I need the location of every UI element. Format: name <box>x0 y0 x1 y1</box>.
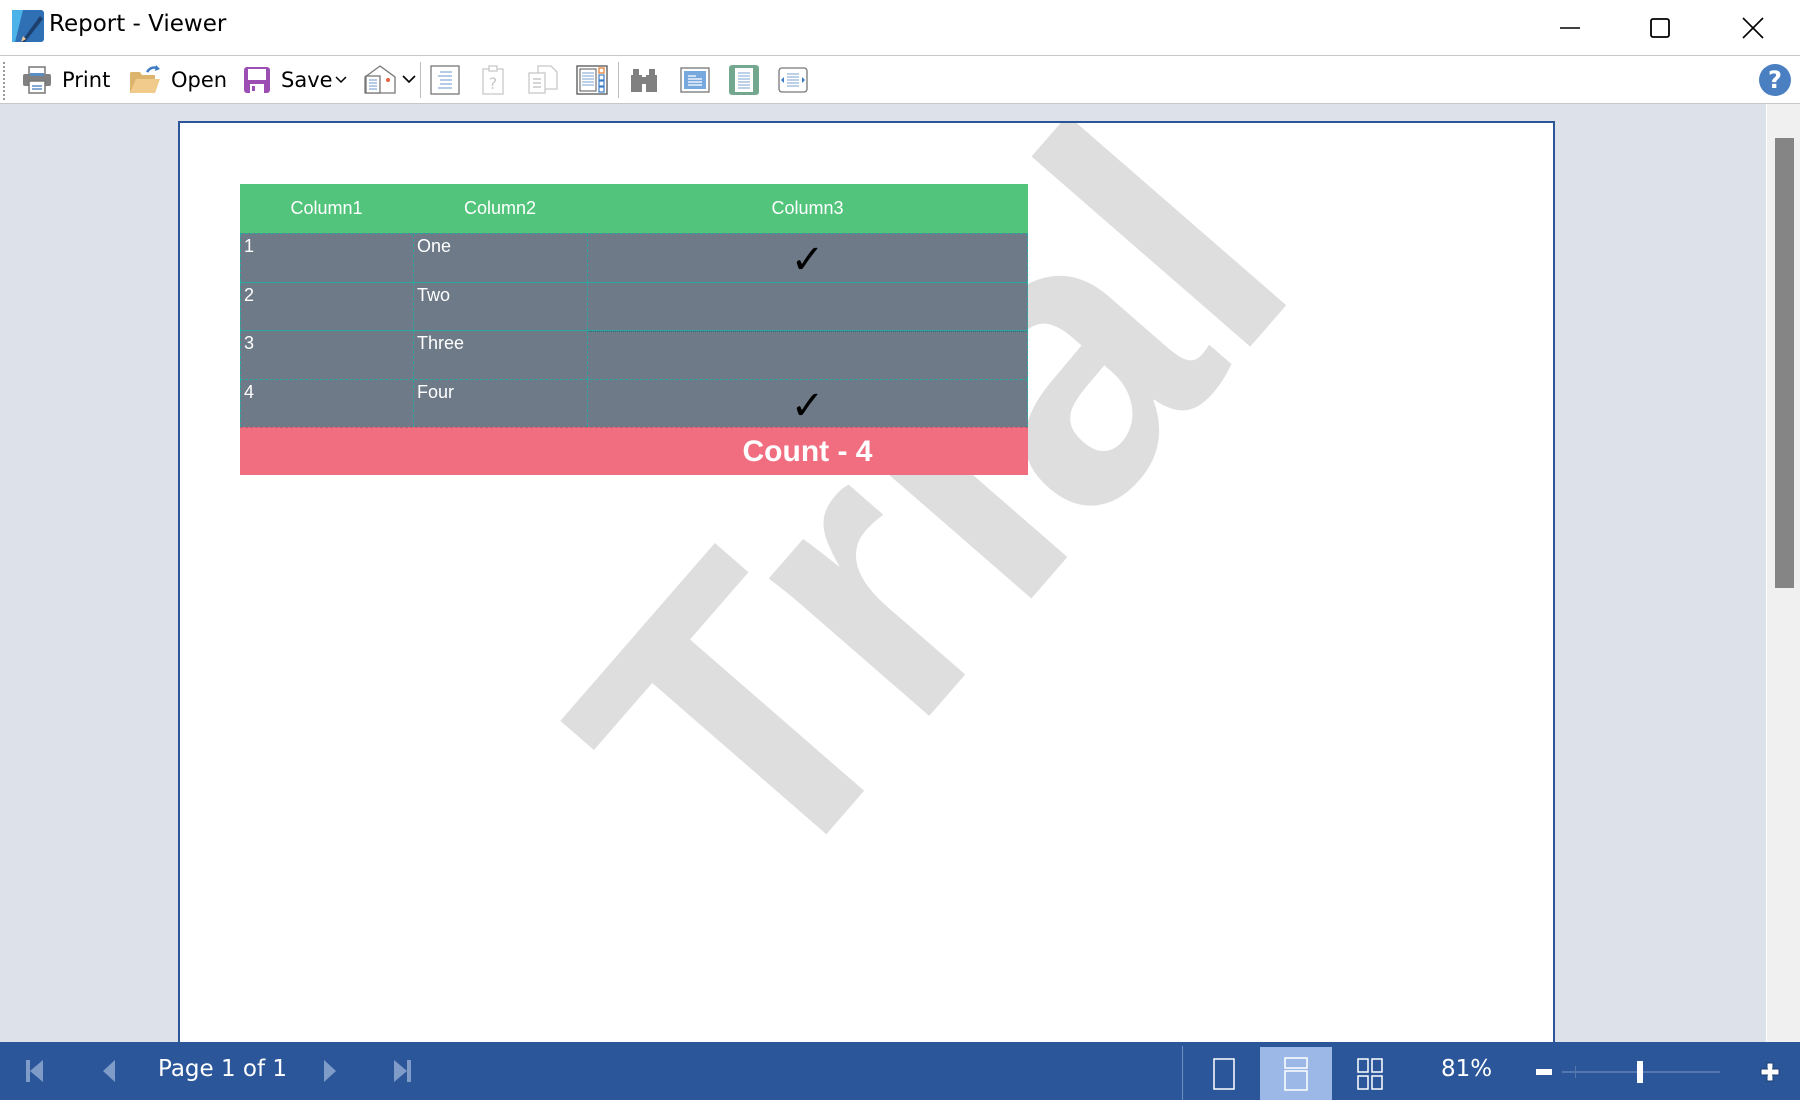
status-bar: Page 1 of 1 81% <box>0 1042 1800 1100</box>
page-width-icon <box>778 66 808 93</box>
zoom-out-button[interactable] <box>1536 1069 1552 1075</box>
zoom-slider-thumb[interactable] <box>1637 1061 1643 1083</box>
count-summary: Count - 4 <box>742 435 873 468</box>
table-of-contents-icon <box>430 64 460 95</box>
save-disk-icon <box>244 66 270 93</box>
table-row: 2 Two <box>240 281 1028 330</box>
last-page-button[interactable] <box>387 1056 417 1086</box>
send-email-button[interactable] <box>364 56 416 103</box>
scrollbar-thumb[interactable] <box>1775 138 1794 588</box>
previous-page-icon <box>103 1060 115 1082</box>
app-logo-icon <box>12 10 44 42</box>
zoom-slider-tick <box>1575 1066 1576 1078</box>
open-button[interactable]: Open <box>129 56 227 103</box>
table-row: 3 Three <box>240 330 1028 379</box>
printer-icon <box>23 65 51 94</box>
multiple-pages-view-icon <box>1357 1057 1383 1090</box>
single-page-view-icon <box>1213 1057 1235 1090</box>
chevron-down-icon[interactable] <box>402 75 416 84</box>
continuous-view-icon <box>1284 1056 1308 1091</box>
close-icon <box>1742 16 1764 39</box>
table-row: 4 Four ✓ <box>240 378 1028 429</box>
checkmark-icon: ✓ <box>790 382 825 429</box>
first-page-button[interactable] <box>20 1056 50 1086</box>
print-button[interactable]: Print <box>22 56 110 103</box>
print-label: Print <box>62 67 111 92</box>
maximize-button[interactable] <box>1615 0 1705 55</box>
full-page-icon <box>729 64 759 95</box>
vertical-scrollbar[interactable] <box>1766 104 1800 1042</box>
single-page-icon <box>680 66 710 93</box>
page-width-button[interactable] <box>778 56 808 103</box>
report-table: Column1 Column2 Column3 1 One ✓ 2 Two 3 <box>240 184 1028 475</box>
full-page-button[interactable] <box>729 56 759 103</box>
help-icon: ? <box>1768 66 1782 94</box>
cell-column1: 2 <box>240 282 413 330</box>
toolbar-separator <box>420 62 421 98</box>
thumbnails-icon <box>576 64 608 95</box>
cell-column2: Three <box>413 331 587 379</box>
view-continuous-button[interactable] <box>1260 1047 1332 1100</box>
cell-column3 <box>587 331 1028 379</box>
table-footer: Count - 4 <box>240 427 1028 475</box>
toolbar-grip[interactable] <box>3 62 5 100</box>
zoom-percentage: 81% <box>1441 1056 1493 1082</box>
parameters-button[interactable]: ? <box>482 56 504 103</box>
zoom-in-button[interactable] <box>1760 1062 1780 1082</box>
toolbar: Print Open Save ? ? <box>0 55 1800 104</box>
open-label: Open <box>171 67 228 92</box>
statusbar-separator <box>1182 1046 1183 1100</box>
cell-column3: ✓ <box>587 234 1028 282</box>
report-page: Trial Column1 Column2 Column3 1 One ✓ 2 … <box>178 121 1555 1042</box>
cell-column1: 4 <box>240 379 413 427</box>
chevron-down-icon <box>335 75 347 83</box>
minimize-icon <box>1560 26 1580 29</box>
save-button[interactable]: Save <box>243 56 347 103</box>
table-of-contents-button[interactable] <box>430 56 460 103</box>
title-bar: Report - Viewer <box>0 0 1800 55</box>
cell-column3 <box>587 282 1028 330</box>
close-button[interactable] <box>1708 0 1798 55</box>
cell-column3: ✓ <box>587 379 1028 429</box>
svg-text:?: ? <box>489 74 498 93</box>
next-page-button[interactable] <box>315 1056 345 1086</box>
header-column1: Column1 <box>290 198 363 218</box>
report-viewer-area: Trial Column1 Column2 Column3 1 One ✓ 2 … <box>0 104 1766 1042</box>
maximize-icon <box>1650 17 1670 38</box>
cell-column2: Four <box>413 379 587 427</box>
help-button[interactable]: ? <box>1759 64 1791 96</box>
cell-column1: 1 <box>240 234 413 282</box>
table-row: 1 One ✓ <box>240 233 1028 282</box>
table-header: Column1 Column2 Column3 <box>240 184 1028 233</box>
header-column2: Column2 <box>463 198 537 218</box>
cell-column2: One <box>413 234 587 282</box>
copy-button[interactable] <box>528 56 558 103</box>
save-label: Save <box>281 67 333 92</box>
window-title: Report - Viewer <box>49 11 227 37</box>
next-page-icon <box>324 1060 336 1082</box>
open-folder-icon <box>130 64 160 93</box>
previous-page-button[interactable] <box>94 1056 124 1086</box>
view-multiple-pages-button[interactable] <box>1334 1047 1406 1100</box>
find-binoculars-icon <box>631 68 657 92</box>
cell-column2: Two <box>413 282 587 330</box>
copy-icon <box>528 64 558 94</box>
last-page-icon <box>394 1060 411 1082</box>
single-page-button[interactable] <box>680 56 710 103</box>
first-page-icon <box>26 1060 43 1082</box>
toolbar-separator <box>618 62 619 98</box>
parameters-icon: ? <box>482 64 504 95</box>
send-email-icon <box>364 64 396 94</box>
header-column3: Column3 <box>771 198 844 218</box>
cell-column1: 3 <box>240 331 413 379</box>
checkmark-icon: ✓ <box>790 237 825 283</box>
page-indicator: Page 1 of 1 <box>158 1056 288 1082</box>
minimize-button[interactable] <box>1525 0 1615 55</box>
find-button[interactable] <box>630 56 658 103</box>
view-single-page-button[interactable] <box>1188 1047 1260 1100</box>
thumbnails-button[interactable] <box>576 56 608 103</box>
